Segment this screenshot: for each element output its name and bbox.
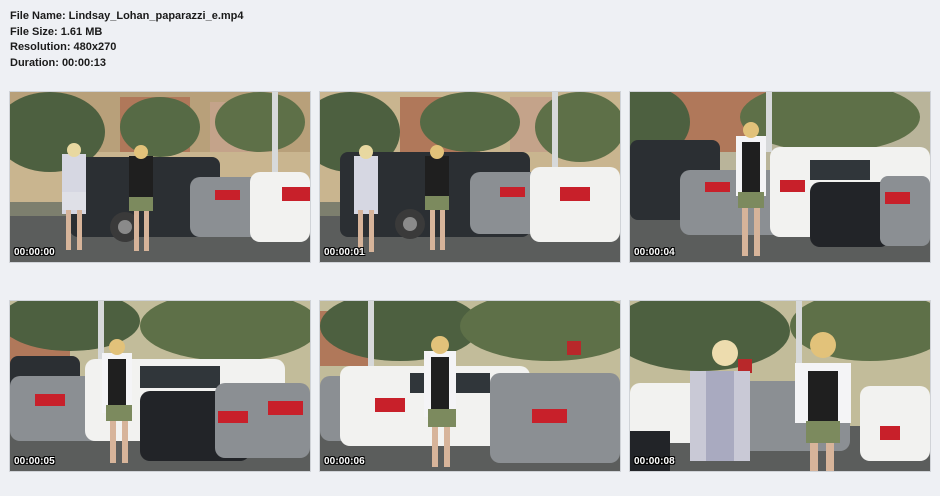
video-thumbnail-2[interactable]: 00:00:01: [320, 92, 620, 262]
file-size-label: File Size: 1.61 MB: [10, 25, 103, 38]
thumbnail-frame-image: [320, 301, 620, 471]
video-thumbnail-6[interactable]: 00:00:08: [630, 301, 930, 471]
thumbnail-frame-image: [10, 301, 310, 471]
thumbnail-timestamp: 00:00:06: [324, 456, 365, 467]
thumbnail-frame-image: [10, 92, 310, 262]
video-thumbnail-5[interactable]: 00:00:06: [320, 301, 620, 471]
file-info: File Name: Lindsay_Lohan_paparazzi_e.mp4…: [10, 9, 244, 71]
thumbnail-frame-image: [320, 92, 620, 262]
thumbnail-timestamp: 00:00:08: [634, 456, 675, 467]
thumbnail-timestamp: 00:00:04: [634, 247, 675, 258]
thumbnail-timestamp: 00:00:01: [324, 247, 365, 258]
duration-label: Duration: 00:00:13: [10, 56, 106, 69]
thumbnail-timestamp: 00:00:00: [14, 247, 55, 258]
video-thumbnail-4[interactable]: 00:00:05: [10, 301, 310, 471]
resolution-label: Resolution: 480x270: [10, 41, 117, 53]
video-thumbnail-3[interactable]: 00:00:04: [630, 92, 930, 262]
thumbnail-timestamp: 00:00:05: [14, 456, 55, 467]
video-thumbnail-1[interactable]: 00:00:00: [10, 92, 310, 262]
file-name-label: File Name: Lindsay_Lohan_paparazzi_e.mp4: [10, 10, 244, 22]
thumbnail-frame-image: [630, 301, 930, 471]
thumbnail-frame-image: [630, 92, 930, 262]
